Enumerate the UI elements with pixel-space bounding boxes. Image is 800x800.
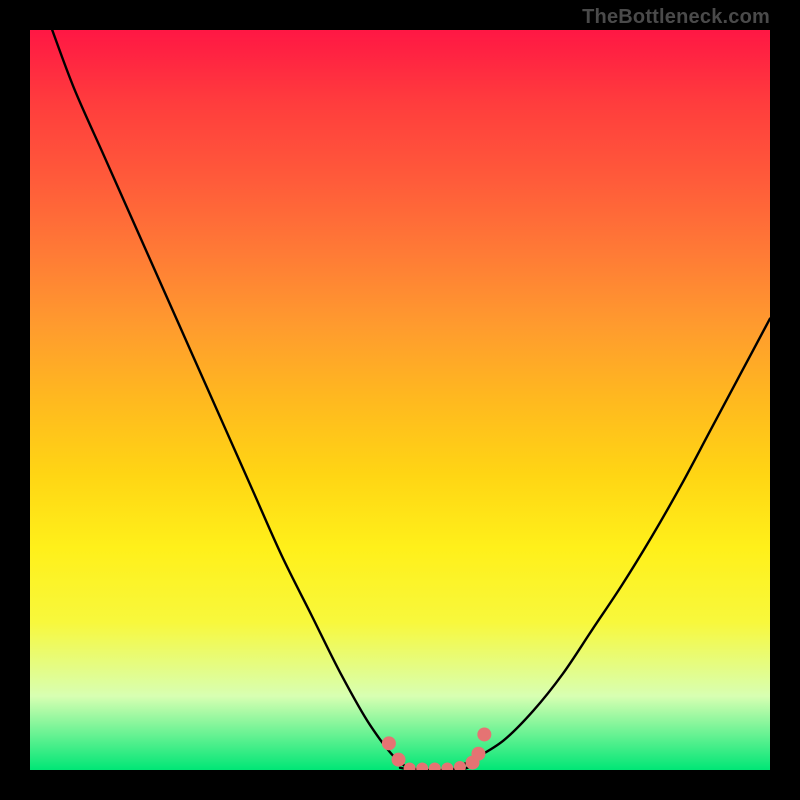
data-marker: [429, 763, 441, 770]
curve-group: [52, 30, 770, 770]
chart-frame: TheBottleneck.com: [0, 0, 800, 800]
data-marker: [454, 761, 466, 770]
data-marker: [471, 747, 485, 761]
data-marker: [477, 727, 491, 741]
series-right-curve: [452, 319, 770, 770]
data-marker: [392, 753, 406, 767]
chart-overlay: [30, 30, 770, 770]
data-marker: [416, 763, 428, 770]
attribution-label: TheBottleneck.com: [582, 6, 770, 29]
series-left-curve: [52, 30, 422, 770]
data-marker: [441, 763, 453, 770]
marker-group: [382, 727, 491, 770]
data-marker: [382, 736, 396, 750]
data-marker: [404, 763, 416, 770]
